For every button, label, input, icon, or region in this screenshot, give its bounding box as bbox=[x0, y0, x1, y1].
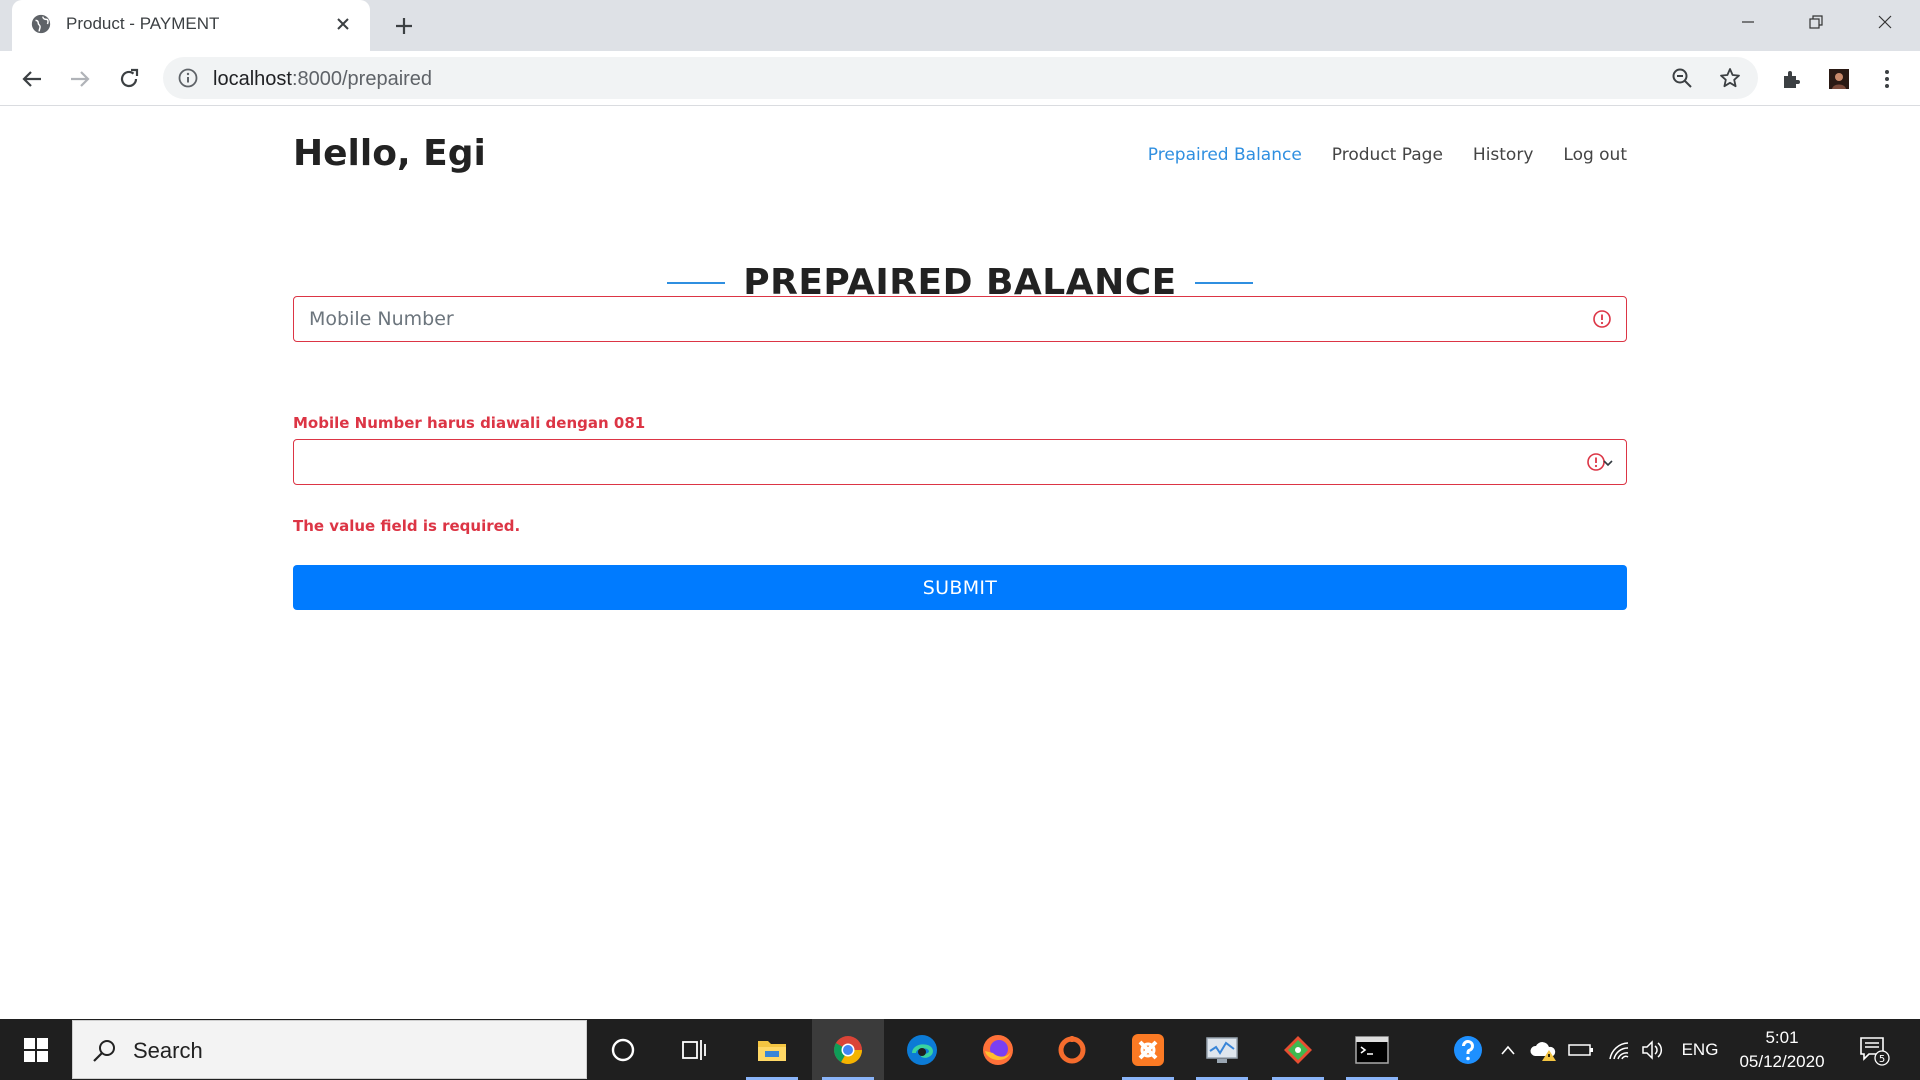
title-line-left bbox=[667, 281, 726, 284]
globe-icon bbox=[31, 14, 51, 34]
zoom-icon[interactable] bbox=[1670, 66, 1694, 90]
url-text[interactable]: localhost:8000/prepaired bbox=[213, 68, 432, 91]
taskbar-search-placeholder: Search bbox=[133, 1038, 203, 1063]
performance-monitor-icon[interactable] bbox=[1186, 1019, 1258, 1080]
url-path: :8000/prepaired bbox=[291, 68, 433, 90]
value-select[interactable] bbox=[294, 440, 1626, 484]
extensions-icon[interactable] bbox=[1778, 66, 1804, 92]
windows-start-icon[interactable] bbox=[0, 1019, 72, 1080]
value-select-field[interactable] bbox=[293, 439, 1627, 485]
minimize-icon[interactable] bbox=[1713, 0, 1783, 44]
chrome-menu-icon[interactable] bbox=[1874, 66, 1900, 92]
page-content: Hello, Egi Prepaired Balance Product Pag… bbox=[0, 107, 1920, 1019]
clock-date: 05/12/2020 bbox=[1739, 1052, 1825, 1071]
close-window-icon[interactable] bbox=[1850, 0, 1920, 44]
chevron-up-icon[interactable] bbox=[1494, 1019, 1522, 1080]
cortana-icon[interactable] bbox=[587, 1019, 659, 1080]
chrome-icon[interactable] bbox=[812, 1019, 884, 1080]
wifi-icon[interactable] bbox=[1604, 1019, 1634, 1080]
chevron-down-icon[interactable] bbox=[1602, 457, 1614, 469]
address-bar[interactable]: localhost:8000/prepaired bbox=[163, 57, 1758, 99]
volume-icon[interactable] bbox=[1638, 1019, 1668, 1080]
value-error: The value field is required. bbox=[293, 517, 521, 535]
reload-icon[interactable] bbox=[112, 62, 146, 96]
new-tab-icon[interactable] bbox=[389, 11, 419, 41]
firefox-icon[interactable] bbox=[962, 1019, 1034, 1080]
invalid-warning-icon bbox=[1593, 310, 1611, 328]
help-icon[interactable] bbox=[1448, 1019, 1488, 1080]
notification-count: 5 bbox=[1879, 1054, 1885, 1065]
edge-icon[interactable] bbox=[886, 1019, 958, 1080]
windows-taskbar: Search ENG 5:01 05/12/2020 5 bbox=[0, 1019, 1920, 1080]
nav-prepaired-balance[interactable]: Prepaired Balance bbox=[1148, 145, 1302, 165]
browser-tabstrip: Product - PAYMENT bbox=[0, 0, 1920, 51]
profile-avatar-icon[interactable] bbox=[1826, 66, 1852, 92]
clock-time: 5:01 bbox=[1765, 1028, 1799, 1047]
taskbar-search-box[interactable]: Search bbox=[72, 1020, 587, 1079]
submit-button[interactable]: SUBMIT bbox=[293, 565, 1627, 610]
nav-history[interactable]: History bbox=[1473, 145, 1533, 165]
site-info-icon[interactable] bbox=[177, 67, 199, 89]
bookmark-star-icon[interactable] bbox=[1718, 66, 1742, 90]
mobile-number-field bbox=[293, 296, 1627, 342]
file-explorer-icon[interactable] bbox=[736, 1019, 808, 1080]
mobile-number-input[interactable] bbox=[294, 297, 1626, 341]
git-icon[interactable] bbox=[1262, 1019, 1334, 1080]
taskbar-clock[interactable]: 5:01 05/12/2020 bbox=[1724, 1026, 1840, 1074]
site-nav: Prepaired Balance Product Page History L… bbox=[1148, 145, 1627, 165]
search-icon bbox=[93, 1040, 115, 1062]
mobile-number-error: Mobile Number harus diawali dengan 081 bbox=[293, 414, 646, 432]
language-indicator[interactable]: ENG bbox=[1676, 1019, 1724, 1080]
notification-center-icon[interactable]: 5 bbox=[1852, 1019, 1896, 1080]
url-host: localhost bbox=[213, 68, 292, 90]
browser-tab[interactable]: Product - PAYMENT bbox=[12, 0, 370, 51]
origin-icon[interactable] bbox=[1036, 1019, 1108, 1080]
forward-icon[interactable] bbox=[63, 62, 97, 96]
browser-toolbar: localhost:8000/prepaired bbox=[0, 51, 1920, 106]
battery-icon[interactable] bbox=[1566, 1019, 1596, 1080]
task-view-icon[interactable] bbox=[659, 1019, 731, 1080]
back-icon[interactable] bbox=[15, 62, 49, 96]
nav-product-page[interactable]: Product Page bbox=[1332, 145, 1443, 165]
close-tab-icon[interactable] bbox=[330, 11, 356, 37]
xampp-icon[interactable] bbox=[1112, 1019, 1184, 1080]
tab-title: Product - PAYMENT bbox=[66, 14, 220, 33]
greeting-heading: Hello, Egi bbox=[293, 133, 486, 174]
restore-icon[interactable] bbox=[1781, 0, 1851, 44]
terminal-icon[interactable] bbox=[1336, 1019, 1408, 1080]
onedrive-warning-icon[interactable] bbox=[1526, 1019, 1562, 1080]
nav-log-out[interactable]: Log out bbox=[1563, 145, 1627, 165]
title-line-right bbox=[1194, 281, 1253, 284]
